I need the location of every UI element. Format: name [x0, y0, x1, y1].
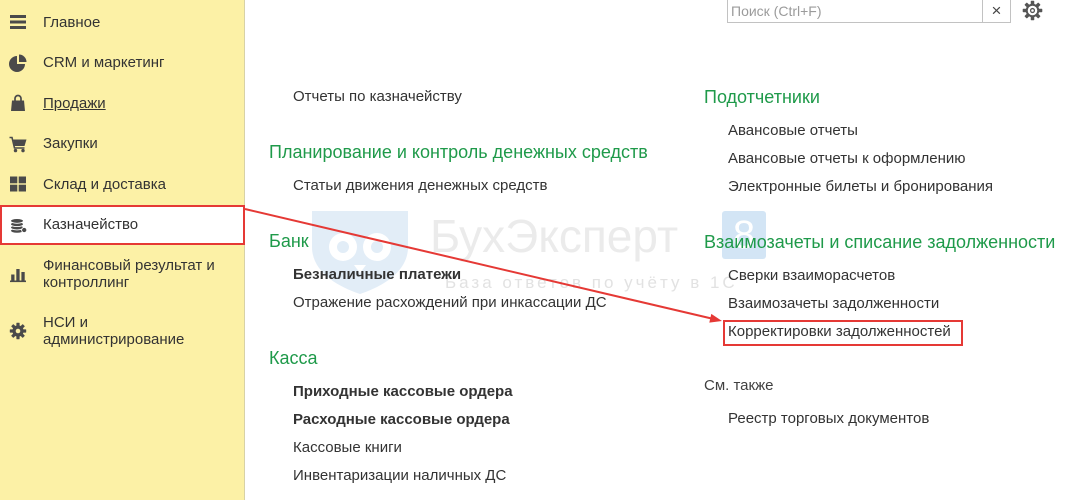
bar-chart-icon	[9, 265, 27, 283]
shopping-bag-icon	[9, 94, 27, 112]
sidebar-item-label: Продажи	[43, 94, 106, 112]
section-reports: Отчеты по казначейству	[269, 83, 648, 111]
pie-chart-icon	[9, 54, 27, 72]
sections-sidebar: Главное CRM и маркетинг Продажи Закупки …	[0, 0, 245, 500]
link-cash-disbursement-orders[interactable]: Расходные кассовые ордера	[269, 406, 648, 434]
link-treasury-reports[interactable]: Отчеты по казначейству	[269, 83, 648, 111]
sidebar-item-administration[interactable]: НСИ и администрирование	[0, 302, 244, 359]
sidebar-item-label: Склад и доставка	[43, 175, 166, 193]
sidebar-item-label: НСИ и администрирование	[43, 313, 185, 348]
sidebar-item-label: Казначейство	[43, 216, 139, 234]
coins-icon	[9, 216, 27, 234]
section-heading: Подотчетники	[704, 87, 820, 107]
link-debt-offsets[interactable]: Взаимозачеты задолженности	[704, 290, 1055, 318]
section-see-also: См. также Реестр торговых документов	[704, 367, 1055, 433]
link-cash-receipt-orders[interactable]: Приходные кассовые ордера	[269, 378, 648, 406]
section-cash: Касса Приходные кассовые ордера Расходны…	[269, 338, 648, 490]
link-debt-adjustments[interactable]: Корректировки задолженностей	[704, 318, 1055, 346]
sidebar-item-sales[interactable]: Продажи	[0, 83, 244, 124]
sidebar-item-label: Главное	[43, 13, 101, 31]
warehouse-icon	[9, 175, 27, 193]
section-offsets: Взаимозачеты и списание задолженности Св…	[704, 222, 1055, 346]
link-e-tickets[interactable]: Электронные билеты и бронирования	[704, 173, 1055, 201]
section-heading: Касса	[269, 348, 318, 368]
section-planning: Планирование и контроль денежных средств…	[269, 132, 648, 200]
menu-icon	[9, 13, 27, 31]
sidebar-item-purchases[interactable]: Закупки	[0, 124, 244, 165]
link-collection-discrepancies[interactable]: Отражение расхождений при инкассации ДС	[269, 289, 648, 317]
sidebar-item-treasury[interactable]: Казначейство	[0, 204, 244, 245]
see-also-heading: См. также	[704, 377, 774, 394]
link-cash-inventories[interactable]: Инвентаризации наличных ДС	[269, 462, 648, 490]
cart-icon	[9, 135, 27, 153]
content-column-left: Отчеты по казначейству Планирование и ко…	[269, 0, 648, 490]
sidebar-item-main[interactable]: Главное	[0, 2, 244, 43]
section-accountable-persons: Подотчетники Авансовые отчеты Авансовые …	[704, 77, 1055, 201]
sidebar-item-label: Закупки	[43, 135, 98, 153]
link-cash-books[interactable]: Кассовые книги	[269, 434, 648, 462]
sidebar-item-warehouse[interactable]: Склад и доставка	[0, 164, 244, 205]
settings-icon	[9, 322, 27, 340]
link-non-cash-payments[interactable]: Безналичные платежи	[269, 261, 648, 289]
section-bank: Банк Безналичные платежи Отражение расхо…	[269, 221, 648, 317]
link-trade-documents-register[interactable]: Реестр торговых документов	[704, 405, 1055, 433]
sidebar-item-financial-results[interactable]: Финансовый результат и контроллинг	[0, 245, 244, 302]
link-reconciliations[interactable]: Сверки взаиморасчетов	[704, 262, 1055, 290]
link-advance-reports-to-issue[interactable]: Авансовые отчеты к оформлению	[704, 145, 1055, 173]
sidebar-item-label: CRM и маркетинг	[43, 54, 165, 72]
section-heading: Взаимозачеты и списание задолженности	[704, 232, 1056, 252]
section-heading: Планирование и контроль денежных средств	[269, 142, 648, 162]
sidebar-item-label: Финансовый результат и контроллинг	[43, 256, 215, 291]
section-heading: Банк	[269, 231, 309, 251]
link-cash-flow-items[interactable]: Статьи движения денежных средств	[269, 172, 648, 200]
content-column-right: Подотчетники Авансовые отчеты Авансовые …	[704, 0, 1055, 433]
sidebar-item-crm[interactable]: CRM и маркетинг	[0, 43, 244, 84]
link-advance-reports[interactable]: Авансовые отчеты	[704, 117, 1055, 145]
